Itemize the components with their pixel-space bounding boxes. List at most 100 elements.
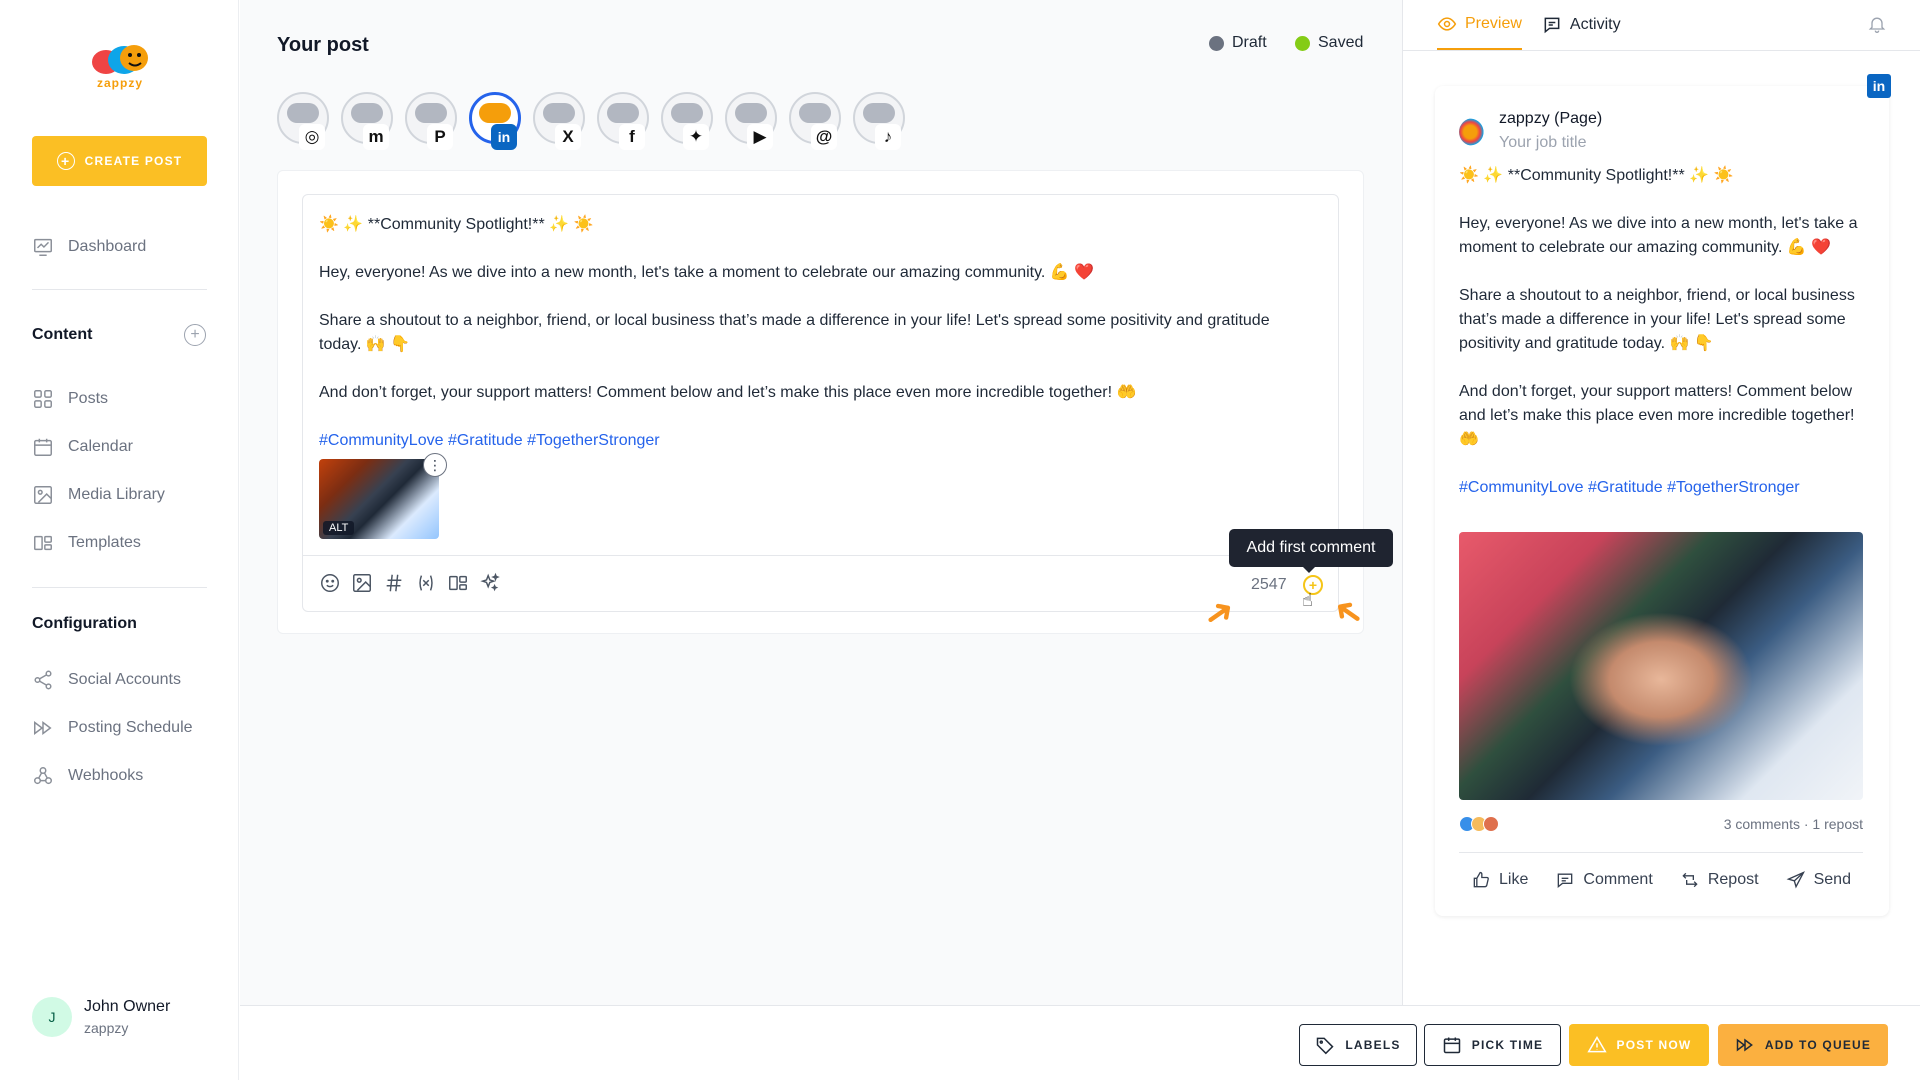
sidebar-item-templates[interactable]: Templates	[32, 532, 141, 554]
draft-dot-icon	[1209, 35, 1224, 51]
account-selector: ◎ m P in X f ✦ ▶ @ ♪	[277, 92, 905, 150]
hashtag-icon	[386, 574, 402, 592]
facebook-icon: f	[619, 124, 645, 150]
image-more-options-button[interactable]: ⋮	[423, 453, 447, 477]
preview-text: ☀️ ✨ **Community Spotlight!** ✨ ☀️ Hey, …	[1459, 164, 1867, 524]
thumbs-up-icon	[1473, 871, 1489, 888]
tab-activity[interactable]: Activity	[1542, 0, 1621, 50]
tiktok-icon: ♪	[875, 124, 901, 150]
repost-action: Repost	[1680, 870, 1759, 890]
add-content-button[interactable]: +	[184, 324, 206, 346]
templates-button[interactable]	[445, 570, 471, 596]
sidebar-item-calendar[interactable]: Calendar	[32, 436, 133, 458]
account-mastodon[interactable]: m	[341, 92, 393, 150]
divider	[32, 289, 207, 290]
create-post-button[interactable]: + CREATE POST	[32, 136, 207, 186]
post-editor-area: Your post Draft Saved ◎ m P in X f ✦ ▶ @…	[240, 0, 1402, 1005]
sidebar-item-label: Webhooks	[68, 767, 144, 784]
bluesky-icon: ✦	[683, 124, 709, 150]
sidebar-item-posting-schedule[interactable]: Posting Schedule	[32, 717, 193, 739]
user-name: John Owner	[84, 998, 171, 1015]
tab-preview-label: Preview	[1465, 15, 1522, 32]
account-x[interactable]: X	[533, 92, 585, 150]
bell-icon[interactable]	[1867, 14, 1887, 34]
add-media-button[interactable]	[349, 570, 375, 596]
preview-actions: Like Comment Repost Send	[1471, 870, 1851, 890]
schedule-icon	[34, 721, 52, 735]
image-icon	[353, 574, 371, 592]
add-to-queue-button[interactable]: ADD TO QUEUE	[1718, 1024, 1888, 1066]
add-to-queue-label: ADD TO QUEUE	[1764, 1038, 1872, 1052]
saved-dot-icon	[1295, 35, 1310, 51]
pick-time-button[interactable]: PICK TIME	[1424, 1024, 1561, 1066]
send-label: Send	[1813, 871, 1851, 888]
sidebar-item-label: Calendar	[68, 438, 133, 455]
account-tiktok[interactable]: ♪	[853, 92, 905, 150]
post-line: Hey, everyone! As we dive into a new mon…	[319, 264, 1095, 281]
account-bluesky[interactable]: ✦	[661, 92, 713, 150]
divider	[32, 587, 207, 588]
eye-icon	[1437, 17, 1457, 31]
post-now-button[interactable]: POST NOW	[1569, 1024, 1709, 1066]
sidebar-item-media-library[interactable]: Media Library	[32, 484, 165, 506]
attached-image[interactable]: ALT	[319, 459, 439, 539]
preview-hashtags: #CommunityLove #Gratitude #TogetherStron…	[1459, 479, 1800, 496]
send-icon	[1786, 871, 1805, 889]
plus-circle-icon: +	[56, 152, 75, 170]
sidebar-item-label: Posts	[68, 390, 109, 407]
labels-button[interactable]: LABELS	[1299, 1024, 1417, 1066]
tab-preview[interactable]: Preview	[1437, 0, 1522, 50]
sidebar-item-label: Posting Schedule	[68, 719, 193, 736]
reactions-icon	[1459, 816, 1499, 832]
hashtag-button[interactable]	[381, 570, 407, 596]
account-linkedin[interactable]: in	[469, 92, 521, 150]
linkedin-post-preview: zappzy (Page) Your job title ☀️ ✨ **Comm…	[1435, 86, 1889, 916]
sidebar-item-webhooks[interactable]: Webhooks	[32, 765, 143, 787]
section-title-configuration: Configuration	[32, 615, 137, 632]
like-label: Like	[1499, 871, 1529, 888]
alt-badge[interactable]: ALT	[323, 521, 355, 535]
chat-icon	[1544, 17, 1560, 34]
preview-line: Hey, everyone! As we dive into a new mon…	[1459, 215, 1858, 256]
post-line: Share a shoutout to a neighbor, friend, …	[319, 312, 1270, 353]
like-action: Like	[1471, 870, 1528, 890]
account-facebook[interactable]: f	[597, 92, 649, 150]
post-hashtags: #CommunityLove #Gratitude #TogetherStron…	[319, 432, 660, 449]
sidebar-item-label: Media Library	[68, 486, 165, 503]
emoji-button[interactable]	[317, 570, 343, 596]
pick-time-label: PICK TIME	[1471, 1038, 1544, 1052]
logo-text: zappzy	[97, 76, 144, 90]
post-content[interactable]: ☀️ ✨ **Community Spotlight!** ✨ ☀️ Hey, …	[319, 213, 1309, 477]
comments-reposts-count: 3 comments · 1 repost	[1723, 816, 1863, 832]
account-youtube[interactable]: ▶	[725, 92, 777, 150]
sidebar-item-dashboard[interactable]: Dashboard	[32, 236, 146, 258]
sidebar-item-label: Dashboard	[68, 238, 147, 255]
repost-icon	[1682, 872, 1698, 888]
status-saved: Saved	[1295, 34, 1363, 52]
status-saved-label: Saved	[1318, 34, 1364, 51]
create-post-label: CREATE POST	[84, 154, 183, 168]
user-profile[interactable]: J John Owner zappzy	[32, 997, 170, 1037]
sidebar-item-label: Social Accounts	[68, 671, 181, 688]
sidebar-item-posts[interactable]: Posts	[32, 388, 108, 410]
page-title: Your post	[277, 34, 369, 56]
linkedin-icon: in	[491, 124, 517, 150]
post-text-editor[interactable]: ☀️ ✨ **Community Spotlight!** ✨ ☀️ Hey, …	[302, 194, 1339, 612]
preview-line: And don’t forget, your support matters! …	[1459, 383, 1855, 448]
variables-button[interactable]	[413, 570, 439, 596]
editor-card: ☀️ ✨ **Community Spotlight!** ✨ ☀️ Hey, …	[277, 170, 1364, 634]
share-icon	[34, 670, 52, 690]
ai-assist-button[interactable]	[477, 570, 503, 596]
account-threads[interactable]: @	[789, 92, 841, 150]
templates-icon	[34, 535, 52, 551]
send-action: Send	[1786, 870, 1851, 890]
status-draft: Draft	[1209, 34, 1267, 52]
post-now-label: POST NOW	[1616, 1038, 1692, 1052]
repost-label: Repost	[1707, 871, 1759, 888]
account-instagram[interactable]: ◎	[277, 92, 329, 150]
sidebar-item-label: Templates	[68, 534, 141, 551]
account-pinterest[interactable]: P	[405, 92, 457, 150]
sidebar-item-social-accounts[interactable]: Social Accounts	[32, 669, 181, 691]
x-icon: X	[555, 124, 581, 150]
section-title-content: Content	[32, 326, 93, 343]
